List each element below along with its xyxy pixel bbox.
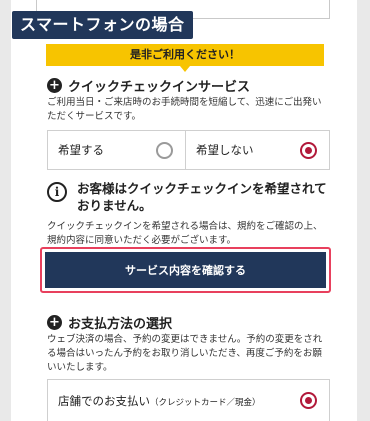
radio-unchecked-icon[interactable] bbox=[156, 141, 173, 159]
notice-body: クイックチェックインを希望される場合は、規約をご確認の上、規約内容に同意いただく… bbox=[47, 221, 323, 246]
radio-checked-icon[interactable] bbox=[300, 141, 317, 159]
banner-arrow bbox=[180, 66, 190, 72]
promo-banner: 是非ご利用ください！ bbox=[46, 44, 324, 66]
quick-checkin-description: ご利用当日・ご来店時のお手続時間を短縮して、迅速にご出発いただくサービスです。 bbox=[47, 97, 322, 122]
pay-at-store-note: （クレジットカード／現金） bbox=[150, 397, 261, 408]
payment-description: ウェブ決済の場合、予約の変更はできません。予約の変更をされる場合はいったん予約を… bbox=[47, 334, 323, 373]
option-want[interactable]: 希望する bbox=[47, 130, 186, 170]
quick-checkin-heading: + クイックチェックインサービス bbox=[47, 76, 250, 95]
info-icon: i bbox=[47, 182, 67, 202]
notice-title: お客様はクイックチェックインを希望されておりません。 bbox=[77, 181, 327, 213]
smartphone-tag: スマートフォンの場合 bbox=[12, 11, 193, 39]
payment-title: お支払方法の選択 bbox=[68, 317, 173, 332]
payment-heading: + お支払方法の選択 bbox=[47, 313, 172, 332]
plus-circle-icon: + bbox=[47, 78, 62, 93]
option-not-want[interactable]: 希望しない bbox=[185, 130, 330, 170]
option-want-label: 希望する bbox=[58, 143, 104, 157]
confirm-service-button[interactable]: サービス内容を確認する bbox=[45, 252, 326, 288]
pay-at-store-label: 店舗でのお支払い（クレジットカード／現金） bbox=[58, 393, 261, 409]
plus-circle-icon: + bbox=[47, 315, 62, 330]
option-pay-at-store[interactable]: 店舗でのお支払い（クレジットカード／現金） bbox=[47, 379, 330, 421]
option-not-want-label: 希望しない bbox=[196, 143, 254, 157]
quick-checkin-title: クイックチェックインサービス bbox=[68, 80, 251, 95]
pay-at-store-text: 店舗でのお支払い bbox=[58, 393, 150, 408]
radio-checked-icon[interactable] bbox=[300, 392, 317, 409]
notice-block: i お客様はクイックチェックインを希望されておりません。 bbox=[47, 180, 332, 214]
